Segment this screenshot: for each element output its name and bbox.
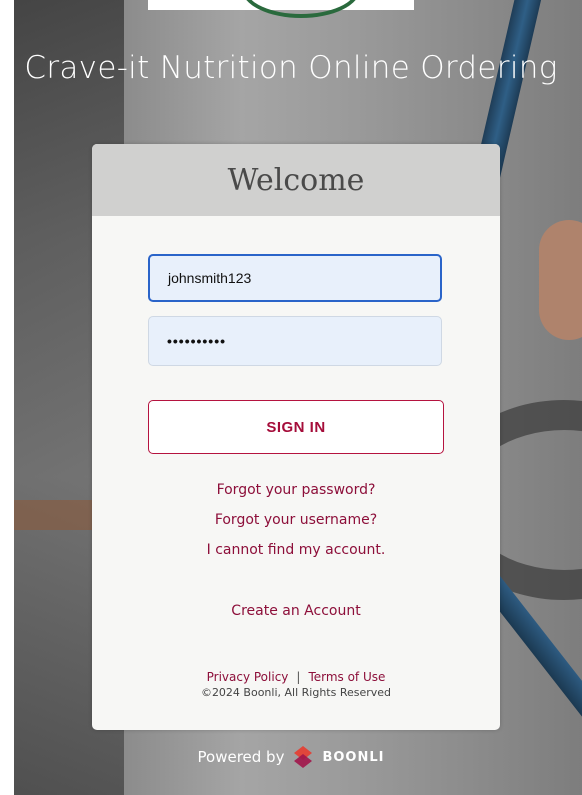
cannot-find-account-link[interactable]: I cannot find my account. [92,542,500,558]
forgot-username-link[interactable]: Forgot your username? [92,512,500,528]
password-value: •••••••••• [167,333,227,349]
password-input[interactable]: •••••••••• [148,316,442,366]
powered-by-text: Powered by [197,748,285,766]
footer-links: Privacy Policy | Terms of Use [92,670,500,684]
background-strap [14,500,104,530]
sign-in-button[interactable]: SIGN IN [148,400,444,454]
username-value: johnsmith123 [168,270,252,286]
copyright-text: ©2024 Boonli, All Rights Reserved [200,686,392,699]
terms-of-use-link[interactable]: Terms of Use [308,670,385,684]
username-input[interactable]: johnsmith123 [148,254,442,302]
page-title: Crave-it Nutrition Online Ordering [24,50,558,86]
powered-by: Powered by BOONLI [0,744,582,770]
login-card: Welcome johnsmith123 •••••••••• SIGN IN … [92,144,500,730]
welcome-heading: Welcome [227,162,365,198]
create-account-link[interactable]: Create an Account [92,603,500,619]
forgot-password-link[interactable]: Forgot your password? [92,482,500,498]
background-hand [539,220,582,340]
footer-separator: | [296,670,301,684]
boonli-brand: BOONLI [322,749,385,765]
card-footer: Privacy Policy | Terms of Use ©2024 Boonli… [92,670,500,699]
logo-arc [242,0,360,18]
login-card-header: Welcome [92,144,500,216]
privacy-policy-link[interactable]: Privacy Policy [207,670,289,684]
boonli-logo-icon [290,744,316,770]
